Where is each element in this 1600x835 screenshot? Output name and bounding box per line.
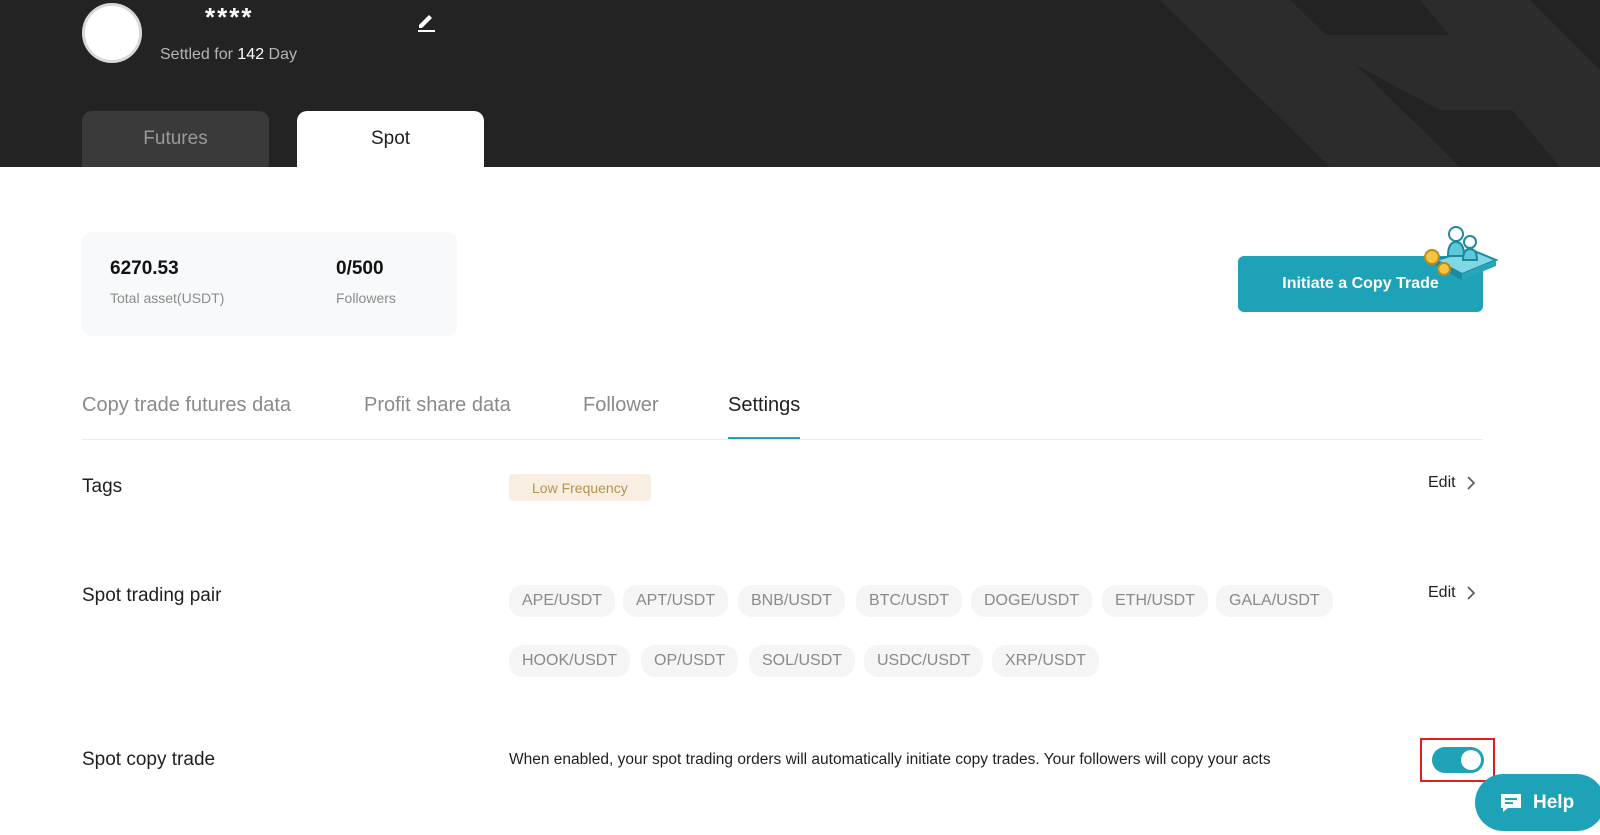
- edit-nickname-icon[interactable]: [414, 8, 438, 32]
- tag-badge: Low Frequency: [509, 474, 651, 501]
- pair-chip[interactable]: GALA/USDT: [1216, 585, 1333, 617]
- spot-copy-trade-description: When enabled, your spot trading orders w…: [509, 751, 1271, 768]
- settled-prefix: Settled for: [160, 46, 233, 63]
- spot-copy-trade-toggle[interactable]: [1432, 747, 1484, 773]
- pair-chip[interactable]: HOOK/USDT: [509, 645, 631, 677]
- profile-header: **** Settled for 142 Day Futures Spot: [0, 0, 1600, 167]
- pair-chip[interactable]: SOL/USDT: [749, 645, 856, 677]
- pair-chip[interactable]: DOGE/USDT: [971, 585, 1093, 617]
- toggle-knob: [1461, 750, 1481, 770]
- tab-copy-trade-futures-data[interactable]: Copy trade futures data: [82, 394, 291, 439]
- followers-value: 0/500: [336, 258, 384, 279]
- spot-copy-trade-title: Spot copy trade: [82, 749, 216, 770]
- edit-tags-link[interactable]: Edit: [1428, 474, 1476, 492]
- help-label: Help: [1533, 791, 1575, 813]
- followers-label: Followers: [336, 290, 396, 306]
- chevron-right-icon: [1467, 476, 1475, 490]
- pair-chip[interactable]: BTC/USDT: [856, 585, 962, 617]
- tab-spot[interactable]: Spot: [297, 111, 484, 167]
- pair-chip[interactable]: XRP/USDT: [992, 645, 1099, 677]
- pair-chip[interactable]: BNB/USDT: [738, 585, 845, 617]
- tab-settings[interactable]: Settings: [728, 394, 801, 439]
- chat-bubble-icon: [1501, 793, 1521, 812]
- section-tabs: Copy trade futures data Profit share dat…: [82, 390, 1483, 440]
- edit-tags-label: Edit: [1428, 474, 1456, 491]
- avatar[interactable]: [82, 3, 142, 63]
- settled-days-count: 142: [237, 46, 265, 63]
- settled-days-text: Settled for 142 Day: [160, 46, 297, 64]
- pair-chip[interactable]: APE/USDT: [509, 585, 616, 617]
- pair-chip[interactable]: USDC/USDT: [864, 645, 984, 677]
- edit-trading-pair-label: Edit: [1428, 584, 1456, 601]
- pair-chip[interactable]: ETH/USDT: [1102, 585, 1208, 617]
- tab-profit-share-data[interactable]: Profit share data: [364, 394, 511, 439]
- help-button[interactable]: Help: [1475, 774, 1600, 831]
- total-asset-stat: 6270.53 Total asset(USDT): [110, 258, 224, 306]
- edit-trading-pair-link[interactable]: Edit: [1428, 584, 1476, 602]
- tab-follower[interactable]: Follower: [583, 394, 659, 439]
- tags-title: Tags: [82, 476, 123, 497]
- chevron-right-icon: [1467, 586, 1475, 600]
- stats-card: 6270.53 Total asset(USDT) 0/500 Follower…: [82, 232, 457, 336]
- tab-futures[interactable]: Futures: [82, 111, 269, 167]
- followers-stat: 0/500 Followers: [336, 258, 396, 306]
- total-asset-label: Total asset(USDT): [110, 290, 225, 306]
- pair-chip[interactable]: OP/USDT: [641, 645, 739, 677]
- nickname: ****: [205, 2, 254, 32]
- total-asset-value: 6270.53: [110, 258, 179, 279]
- copy-trade-illustration-icon: [1424, 226, 1499, 280]
- settled-suffix: Day: [268, 46, 297, 63]
- spot-trading-pair-title: Spot trading pair: [82, 585, 222, 606]
- pair-chip[interactable]: APT/USDT: [623, 585, 729, 617]
